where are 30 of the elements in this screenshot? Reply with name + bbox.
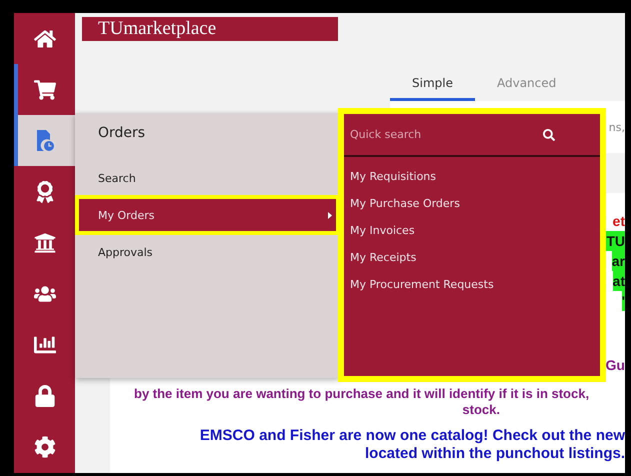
text-fragment: ' xyxy=(622,291,625,311)
caret-icon xyxy=(328,212,332,218)
cart-icon xyxy=(34,78,56,100)
submenu-item[interactable]: My Purchase Orders xyxy=(344,190,600,217)
text-fragment: at xyxy=(612,271,625,291)
quick-search-field[interactable]: Quick search xyxy=(350,124,543,145)
text-fragment: TU xyxy=(606,231,625,251)
text-fragment: Gu xyxy=(606,356,625,375)
text-fragment: et xyxy=(612,212,625,231)
announcement-text: by the item you are wanting to purchase and it will identify if it is in stock, xyxy=(133,386,590,401)
logo: TUmarketplace xyxy=(82,17,338,41)
bank-icon xyxy=(34,232,56,254)
submenu-item[interactable]: My Invoices xyxy=(344,217,600,244)
search-panel-text: ns, xyxy=(608,120,625,134)
text-fragment: ar xyxy=(612,251,625,271)
lock-icon xyxy=(34,384,56,406)
home-icon xyxy=(34,28,56,50)
announcement-text: stock. xyxy=(461,402,501,417)
menu-item[interactable]: Search xyxy=(75,161,340,195)
submenu-item[interactable]: My Requisitions xyxy=(344,163,600,190)
search-icon xyxy=(543,128,555,140)
submenu-item[interactable]: My Procurement Requests xyxy=(344,271,600,298)
menu-item[interactable]: My Orders xyxy=(75,195,340,235)
document-clock-icon xyxy=(34,130,54,152)
settings-icon xyxy=(34,436,56,458)
announcement-text: EMSCO and Fisher are now one catalog! Check out the new xyxy=(198,427,625,444)
announcement-text: located within the punchout listings. xyxy=(364,445,625,462)
menu-title: Orders xyxy=(98,125,146,141)
menu-item[interactable]: Approvals xyxy=(75,235,340,269)
submenu-item[interactable]: My Receipts xyxy=(344,244,600,271)
